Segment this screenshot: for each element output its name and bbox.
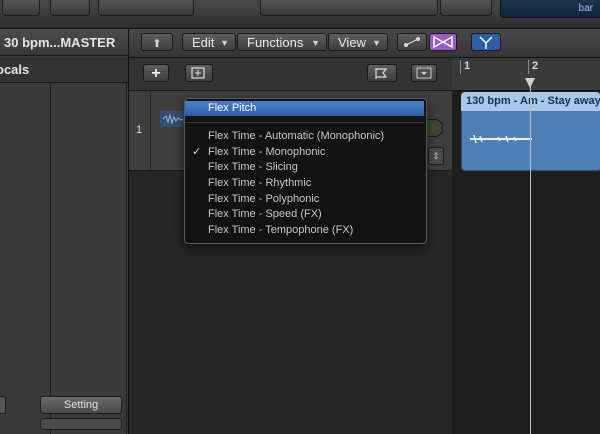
- inspector-panel: [0, 29, 129, 434]
- global-tracks-button[interactable]: [367, 64, 397, 82]
- duplicate-track-button[interactable]: [185, 64, 213, 82]
- catch-playhead-icon: [479, 36, 493, 49]
- functions-menu[interactable]: Functions ▼: [237, 33, 327, 51]
- view-menu-label: View: [338, 35, 366, 50]
- audio-waveform-icon: [160, 111, 186, 127]
- track-number: 1: [136, 124, 143, 136]
- playhead[interactable]: [530, 78, 531, 434]
- chevron-down-icon: ▼: [311, 38, 320, 48]
- control-bar: bar: [0, 0, 600, 29]
- menu-item-flex-time-automatic[interactable]: Flex Time - Automatic (Monophonic): [208, 130, 384, 142]
- menu-item-flex-time-speed[interactable]: Flex Time - Speed (FX): [208, 208, 322, 220]
- channel-strip-name: ocals: [0, 57, 128, 83]
- ruler-bar-number: 2: [532, 60, 539, 72]
- channel-strip-divider: [126, 82, 127, 434]
- tracks-toolbar: ⬆ Edit ▼ Functions ▼ View ▼: [129, 29, 600, 58]
- chevron-down-icon: ▼: [220, 38, 229, 48]
- menu-item-flex-time-rhythmic[interactable]: Flex Time - Rhythmic: [208, 177, 311, 189]
- menu-item-flex-time-tempophone[interactable]: Flex Time - Tempophone (FX): [208, 224, 353, 236]
- control-button[interactable]: [2, 0, 40, 16]
- view-menu[interactable]: View ▼: [328, 33, 388, 51]
- menu-item-flex-time-polyphonic[interactable]: Flex Time - Polyphonic: [208, 193, 319, 205]
- catch-playhead-button[interactable]: [471, 33, 501, 51]
- playhead-handle-icon[interactable]: [525, 78, 535, 88]
- setting-button-left[interactable]: [0, 396, 6, 414]
- checkmark-icon: ✓: [192, 146, 202, 158]
- automation-icon: [404, 37, 420, 47]
- eq-button[interactable]: [40, 418, 122, 430]
- channel-strip-label: ocals: [0, 62, 30, 77]
- track-header-toolbar: +: [129, 58, 452, 91]
- menu-item-flex-pitch[interactable]: Flex Pitch: [208, 102, 256, 114]
- flex-button[interactable]: [429, 33, 457, 51]
- record-settings-button[interactable]: [50, 0, 90, 16]
- transport-extra-button[interactable]: [440, 0, 492, 16]
- transport-buttons[interactable]: [260, 0, 438, 16]
- track-stepper[interactable]: ⇕: [428, 147, 444, 165]
- ruler-bar-number: 1: [464, 60, 471, 72]
- edit-menu[interactable]: Edit ▼: [182, 33, 236, 51]
- menu-item-flex-time-monophonic[interactable]: Flex Time - Monophonic: [208, 146, 325, 158]
- automation-button[interactable]: [397, 33, 427, 51]
- setting-button[interactable]: Setting: [40, 396, 122, 414]
- add-track-button[interactable]: +: [143, 64, 169, 82]
- channel-strip-divider: [50, 82, 51, 434]
- ruler-tick: [460, 60, 461, 74]
- ruler-tick: [528, 60, 529, 74]
- mode-buttons[interactable]: [98, 0, 194, 16]
- menu-separator: [185, 122, 424, 123]
- track-options-button[interactable]: [411, 64, 437, 82]
- lcd-bar-label: bar: [578, 3, 593, 14]
- chevron-down-icon: ▼: [372, 38, 381, 48]
- up-arrow-button[interactable]: ⬆: [141, 33, 173, 51]
- lcd-display: bar: [500, 0, 600, 18]
- flag-icon: [375, 68, 388, 79]
- duplicate-track-icon: [191, 67, 205, 79]
- edit-menu-label: Edit: [192, 35, 215, 50]
- track-number-divider: [150, 91, 151, 170]
- functions-menu-label: Functions: [247, 35, 304, 50]
- flex-icon: [433, 35, 453, 49]
- plus-icon: +: [151, 65, 161, 82]
- menu-item-flex-time-slicing[interactable]: Flex Time - Slicing: [208, 161, 298, 173]
- region-inspector-title[interactable]: 30 bpm...MASTER: [0, 29, 128, 56]
- up-arrow-icon: ⬆: [152, 38, 162, 50]
- chevron-down-icon: [416, 67, 432, 79]
